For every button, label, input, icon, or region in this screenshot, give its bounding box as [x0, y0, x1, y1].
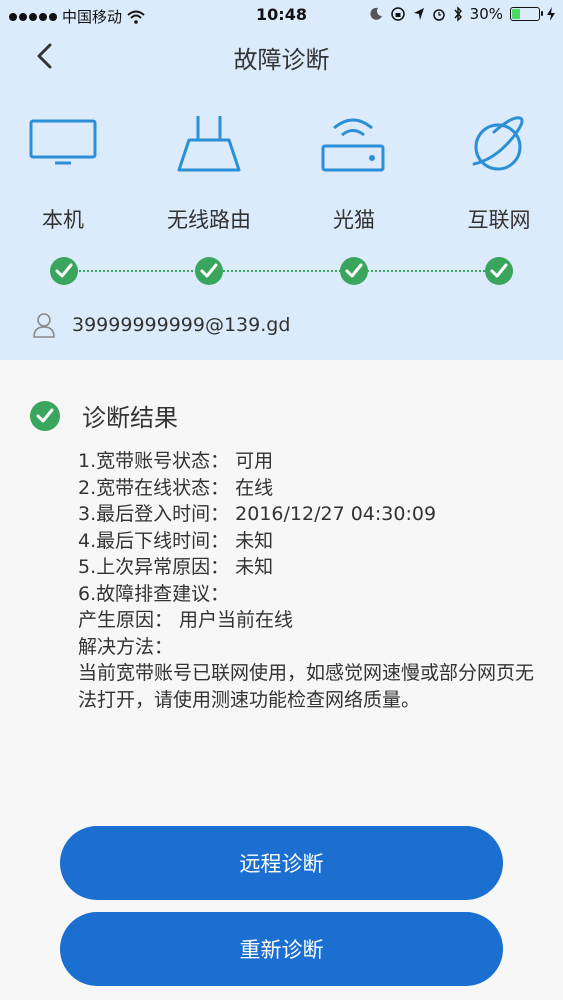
- remote-diagnosis-button[interactable]: 远程诊断: [60, 826, 503, 900]
- check-icon: [195, 257, 223, 285]
- user-icon: [33, 313, 55, 338]
- router-icon: [177, 116, 241, 172]
- rediagnose-button[interactable]: 重新诊断: [60, 912, 503, 986]
- device-modem: [298, 118, 408, 176]
- result-line: 当前宽带账号已联网使用，如感觉网速慢或部分网页无法打开，请使用测速功能检查网络质…: [78, 662, 535, 711]
- result-header: 诊断结果: [30, 398, 178, 433]
- check-icon: [485, 257, 513, 285]
- result-line: 2.宽带在线状态： 在线: [78, 476, 274, 499]
- device-router: [154, 116, 264, 176]
- result-line: 产生原因： 用户当前在线: [78, 609, 294, 631]
- check-icon: [50, 257, 78, 285]
- device-label-router: 无线路由: [167, 208, 251, 232]
- monitor-icon: [29, 119, 97, 165]
- device-local: [8, 118, 118, 168]
- result-line: 5.上次异常原因： 未知: [78, 556, 274, 578]
- device-label-local: 本机: [42, 208, 84, 232]
- connection-dotted-line: [64, 270, 500, 272]
- battery-percent: 30%: [469, 5, 503, 23]
- page-title: 故障诊断: [233, 46, 330, 74]
- moon-icon: [370, 7, 382, 20]
- result-details: 1.宽带账号状态： 可用 2.宽带在线状态： 在线 3.最后登入时间： 2016…: [78, 448, 538, 713]
- alarm-icon: [432, 9, 445, 21]
- account-id: 39999999999@139.gd: [72, 314, 291, 336]
- result-line: 4.最后下线时间： 未知: [78, 529, 274, 552]
- account-row: 39999999999@139.gd: [32, 312, 290, 338]
- result-title: 诊断结果: [82, 404, 178, 432]
- status-right: 30%: [369, 5, 555, 23]
- result-line: 6.故障排查建议：: [78, 582, 230, 605]
- location-icon: [413, 8, 424, 20]
- device-label-internet: 互联网: [467, 208, 531, 232]
- status-bar: 中国移动 10:48 30%: [0, 0, 563, 30]
- check-icon: [340, 257, 368, 285]
- result-line: 1.宽带账号状态： 可用: [78, 450, 274, 472]
- modem-icon: [321, 118, 385, 172]
- internet-globe-icon: [472, 116, 524, 171]
- rotation-lock-icon: [390, 7, 405, 21]
- result-line: 解决方法：: [78, 635, 174, 658]
- battery-icon: [510, 7, 543, 21]
- device-internet: [445, 116, 555, 176]
- charging-icon: [547, 7, 555, 21]
- result-line: 3.最后登入时间： 2016/12/27 04:30:09: [78, 503, 437, 525]
- device-label-modem: 光猫: [333, 208, 375, 232]
- bluetooth-icon: [454, 6, 462, 22]
- check-icon: [30, 400, 60, 431]
